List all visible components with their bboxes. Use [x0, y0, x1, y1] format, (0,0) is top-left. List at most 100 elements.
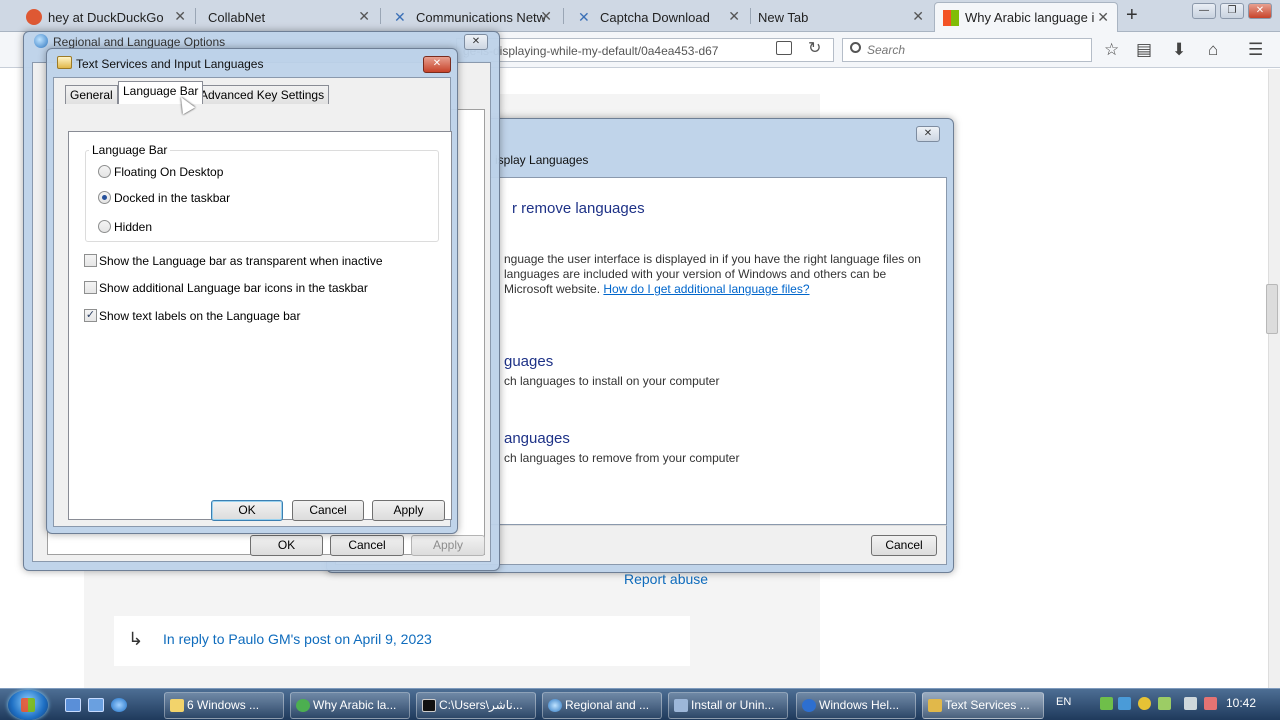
docked-label[interactable]: Docked in the taskbar	[114, 191, 230, 205]
browser-tab-duckduckgo[interactable]: hey at DuckDuckGo ✕	[18, 2, 194, 32]
restore-window-button[interactable]: ❐	[1220, 3, 1244, 19]
cancel-button[interactable]: Cancel	[330, 535, 404, 556]
reload-icon[interactable]: ↻	[808, 38, 821, 58]
close-tab-icon[interactable]: ✕	[358, 8, 370, 25]
floating-label[interactable]: Floating On Desktop	[114, 165, 223, 179]
browser-tab-new-tab[interactable]: New Tab ✕	[750, 2, 932, 32]
additional-icons-checkbox[interactable]	[84, 281, 97, 294]
hidden-radio[interactable]	[98, 220, 111, 233]
description-line: Microsoft website. How do I get addition…	[504, 282, 810, 296]
ok-button[interactable]: OK	[211, 500, 283, 521]
reply-arrow-icon: ↳	[128, 629, 144, 649]
tray-network-icon[interactable]	[1100, 697, 1113, 710]
close-tab-icon[interactable]: ✕	[174, 8, 186, 25]
command-prompt-icon	[422, 699, 436, 712]
additional-icons-label[interactable]: Show additional Language bar icons in th…	[99, 281, 368, 295]
uninstall-languages-link[interactable]: anguages	[504, 430, 570, 447]
browser-icon	[296, 699, 310, 712]
taskbar-item-text-services[interactable]: Text Services ...	[922, 692, 1044, 719]
text-labels-label[interactable]: Show text labels on the Language bar	[99, 309, 300, 323]
apply-button[interactable]: Apply	[411, 535, 485, 556]
docked-radio[interactable]	[98, 191, 111, 204]
download-icon[interactable]: ⬇	[1172, 40, 1186, 60]
tab-label: New Tab	[758, 9, 809, 25]
keyboard-icon	[57, 56, 72, 69]
page-scrollbar[interactable]	[1268, 69, 1280, 688]
install-languages-desc: ch languages to install on your computer	[504, 374, 720, 388]
floating-radio[interactable]	[98, 165, 111, 178]
new-tab-icon[interactable]: +	[1126, 4, 1138, 27]
globe-icon	[34, 34, 48, 48]
report-abuse-link[interactable]: Report abuse	[624, 571, 708, 587]
text-labels-checkbox[interactable]: ✓	[84, 309, 97, 322]
close-window-button[interactable]: ✕	[1248, 3, 1272, 19]
taskbar-item-label: Windows Hel...	[819, 698, 900, 712]
apply-button[interactable]: Apply	[372, 500, 445, 521]
tray-monitor-icon[interactable]	[1184, 697, 1197, 710]
tab-label: Why Arabic language i	[965, 10, 1095, 25]
reply-link[interactable]: In reply to Paulo GM's post on April 9, …	[163, 631, 432, 647]
tray-alert-icon[interactable]	[1138, 697, 1151, 710]
language-indicator[interactable]: EN	[1056, 696, 1071, 708]
show-desktop-icon[interactable]	[65, 698, 81, 712]
switch-windows-icon[interactable]	[88, 698, 104, 712]
page-scrollbar-thumb[interactable]	[1266, 284, 1278, 334]
taskbar-item-command-prompt[interactable]: C:\Users\ناشر...	[416, 692, 536, 719]
bookmark-star-icon[interactable]: ☆	[1104, 40, 1119, 60]
minimize-window-button[interactable]: —	[1192, 3, 1216, 19]
close-tab-icon[interactable]: ✕	[1097, 9, 1109, 26]
site-favicon-icon: ✕	[578, 9, 590, 25]
tray-app-icon[interactable]	[1118, 697, 1131, 710]
search-input[interactable]: Search	[842, 38, 1092, 62]
tray-volume-muted-icon[interactable]	[1204, 697, 1217, 710]
dialog-title: Text Services and Input Languages	[76, 57, 264, 71]
taskbar-item-label: Regional and ...	[565, 698, 650, 712]
close-tab-icon[interactable]: ✕	[540, 8, 552, 25]
group-label: Language Bar	[89, 143, 171, 157]
description-line: nguage the user interface is displayed i…	[504, 252, 921, 266]
hidden-label[interactable]: Hidden	[114, 220, 152, 234]
home-icon[interactable]: ⌂	[1208, 40, 1218, 60]
browser-tab-collabnet[interactable]: CollabNet ✕	[200, 2, 378, 32]
ok-button[interactable]: OK	[250, 535, 323, 556]
browser-tab-why-arabic[interactable]: Why Arabic language i ✕	[934, 2, 1118, 32]
transparent-label[interactable]: Show the Language bar as transparent whe…	[99, 254, 383, 268]
tab-advanced-key-settings[interactable]: Advanced Key Settings	[195, 85, 330, 104]
text-services-body: General Language Bar Advanced Key Settin…	[53, 77, 452, 527]
tab-label: Communications Netw	[416, 9, 547, 25]
tab-general[interactable]: General	[65, 85, 118, 104]
tab-label: Captcha Download	[600, 9, 710, 25]
taskbar-item-windows-help[interactable]: Windows Hel...	[796, 692, 916, 719]
control-panel-icon	[674, 699, 688, 712]
transparent-checkbox[interactable]	[84, 254, 97, 267]
folder-icon	[170, 699, 184, 712]
close-icon[interactable]: ✕	[464, 34, 488, 50]
globe-icon	[548, 699, 562, 712]
reader-view-icon[interactable]	[776, 41, 792, 55]
taskbar-clock[interactable]: 10:42	[1226, 696, 1256, 710]
taskbar-item-label: Text Services ...	[945, 698, 1030, 712]
taskbar-item-regional[interactable]: Regional and ...	[542, 692, 662, 719]
close-tab-icon[interactable]: ✕	[912, 8, 924, 25]
bookmarks-list-icon[interactable]: ▤	[1136, 40, 1152, 60]
cancel-button[interactable]: Cancel	[871, 535, 937, 556]
browser-tab-communications[interactable]: ✕ Communications Netw ✕	[386, 2, 560, 32]
taskbar-item-install-uninstall[interactable]: Install or Unin...	[668, 692, 788, 719]
menu-icon[interactable]: ☰	[1248, 40, 1263, 60]
start-button[interactable]	[8, 690, 48, 720]
tray-security-icon[interactable]	[1158, 697, 1171, 710]
language-files-help-link[interactable]: How do I get additional language files?	[603, 282, 809, 296]
taskbar-item-windows-folder[interactable]: 6 Windows ...	[164, 692, 284, 719]
close-icon[interactable]: ✕	[916, 126, 940, 142]
install-languages-link[interactable]: guages	[504, 353, 553, 370]
internet-explorer-icon[interactable]	[111, 698, 127, 712]
search-icon	[850, 42, 861, 53]
windows-taskbar: 6 Windows ... Why Arabic la... C:\Users\…	[0, 688, 1280, 720]
close-icon[interactable]: ✕	[423, 56, 451, 73]
browser-tab-captcha[interactable]: ✕ Captcha Download ✕	[570, 2, 748, 32]
cancel-button[interactable]: Cancel	[292, 500, 364, 521]
taskbar-item-browser[interactable]: Why Arabic la...	[290, 692, 410, 719]
close-tab-icon[interactable]: ✕	[728, 8, 740, 25]
dialog-title: Regional and Language Options	[53, 35, 226, 49]
description-line: languages are included with your version…	[504, 267, 887, 281]
